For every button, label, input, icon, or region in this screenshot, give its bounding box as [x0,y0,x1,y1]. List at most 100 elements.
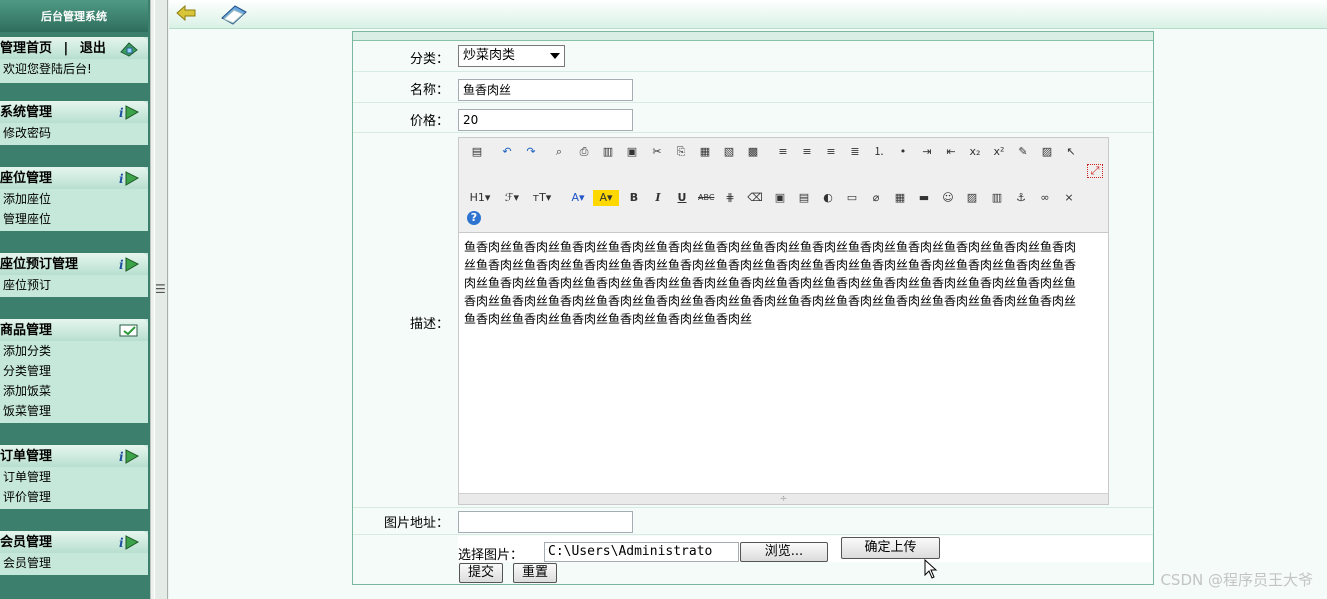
select-all-icon[interactable]: ▨ [1039,144,1055,160]
category-row: 分类： 炒菜肉类 [353,41,1153,72]
menu-item[interactable]: 会员管理 [0,553,148,573]
home-link[interactable]: 管理首页 [0,41,52,56]
splitter-grip-icon[interactable]: ☰ [155,282,166,296]
image-url-row: 图片地址： [353,508,1153,535]
cut-icon[interactable]: ✂ [649,144,665,160]
info-icon: i [119,171,140,186]
help-icon[interactable]: ? [467,211,481,225]
rich-text-editor[interactable]: ▤ ↶ ↷ ⌕ ⎙ ▥ ▣ ✂ ⎘ ▦ ▧ ▩ ≡ ≡ ≡ ≣ ⒈ • ⇥ ⇤ x₂ x² ✎ ▨ ↖ ⤢ H1▾ ℱ▾ ᴛT▾ A▾ A▾… [458,137,1109,505]
page-break-icon[interactable]: ▥ [989,190,1005,206]
menu-header[interactable]: 座位管理 i [0,167,148,189]
print-icon[interactable]: ⎙ [576,144,592,160]
underline-icon[interactable]: U [674,190,690,206]
submit-button[interactable]: 提交 [459,563,503,583]
menu-header[interactable]: 会员管理 i [0,531,148,553]
description-label: 描述： [409,317,449,332]
price-input[interactable] [458,109,633,131]
menu-item[interactable]: 添加饭菜 [0,381,148,401]
category-select[interactable]: 炒菜肉类 [458,45,565,67]
heading-icon[interactable]: H1▾ [467,190,493,206]
dish-form: 分类： 炒菜肉类 名称： 价格： 描述： ▤ ↶ ↷ ⌕ ⎙ ▥ ▣ ✂ ⎘ ▦ ▧ ▩ ≡ ≡ ≡ ≣ ⒈ • ⇥… [352,31,1154,585]
upload-confirm-button[interactable]: 确定上传 [841,537,940,559]
menu-item[interactable]: 订单管理 [0,467,148,487]
editor-content[interactable]: 鱼香肉丝鱼香肉丝鱼香肉丝鱼香肉丝鱼香肉丝鱼香肉丝鱼香肉丝鱼香肉丝鱼香肉丝鱼香肉丝… [464,238,1084,328]
browse-button[interactable]: 浏览... [740,542,828,562]
menu-item[interactable]: 座位预订 [0,275,148,295]
image-url-input[interactable] [458,511,633,533]
file-path-input[interactable]: C:\Users\Administrato [544,542,739,562]
reset-button[interactable]: 重置 [513,563,557,583]
splitter-bar[interactable] [154,0,168,599]
copy-icon[interactable]: ⎘ [673,144,689,160]
code-icon[interactable]: ▣ [624,144,640,160]
table-icon[interactable]: ▦ [892,190,908,206]
superscript-icon[interactable]: x² [991,144,1007,160]
back-arrow-icon[interactable] [175,4,197,22]
cursor-icon[interactable]: ↖ [1063,144,1079,160]
frame-splitter[interactable]: ☰ [150,0,170,599]
outdent-icon[interactable]: ⇤ [943,144,959,160]
link-icon[interactable]: ∞ [1037,190,1053,206]
eraser-icon[interactable]: ⌫ [747,190,763,206]
unordered-list-icon[interactable]: • [895,144,911,160]
source-icon[interactable]: ▤ [469,144,485,160]
multi-image-icon[interactable]: ▤ [796,190,812,206]
menu-title: 座位预订管理 [0,257,79,272]
menu-title: 会员管理 [0,535,53,550]
map-icon[interactable]: ▨ [964,190,980,206]
paste-plain-icon[interactable]: ▧ [721,144,737,160]
logout-link[interactable]: 退出 [80,41,106,56]
menu-header[interactable]: 系统管理 i [0,101,148,123]
undo-icon[interactable]: ↶ [499,144,515,160]
book-icon[interactable] [219,2,249,26]
editor-resize-handle[interactable]: ÷ [459,493,1108,504]
menu-item[interactable]: 饭菜管理 [0,401,148,421]
menu-title: 系统管理 [0,105,53,120]
italic-icon[interactable]: I [650,190,666,206]
attachment-icon[interactable]: ⌀ [868,190,884,206]
horizontal-line-icon[interactable]: ▬ [916,190,932,206]
svg-text:i: i [119,106,124,120]
emoticon-icon[interactable]: ☺ [940,190,956,206]
preview-icon[interactable]: ⌕ [551,144,567,160]
menu-item[interactable]: 修改密码 [0,123,148,143]
template-icon[interactable]: ▥ [600,144,616,160]
font-family-icon[interactable]: ℱ▾ [499,190,525,206]
font-size-icon[interactable]: ᴛT▾ [529,190,555,206]
clear-format-icon[interactable]: ✎ [1015,144,1031,160]
strikethrough-icon[interactable]: ABC [698,190,714,206]
indent-icon[interactable]: ⇥ [919,144,935,160]
menu-item[interactable]: 管理座位 [0,209,148,229]
menu-header[interactable]: 座位预订管理 i [0,253,148,275]
redo-icon[interactable]: ↷ [523,144,539,160]
align-left-icon[interactable]: ≡ [775,144,791,160]
align-center-icon[interactable]: ≡ [799,144,815,160]
fullscreen-icon[interactable]: ⤢ [1087,164,1103,178]
bold-icon[interactable]: B [626,190,642,206]
menu-item[interactable]: 评价管理 [0,487,148,507]
image-insert-icon[interactable]: ▣ [772,190,788,206]
media-icon[interactable]: ▭ [844,190,860,206]
paste-word-icon[interactable]: ▩ [745,144,761,160]
category-select-value: 炒菜肉类 [463,48,516,63]
line-height-icon[interactable]: ⋕ [722,190,738,206]
menu-item[interactable]: 添加座位 [0,189,148,209]
unlink-icon[interactable]: ⨯ [1061,190,1077,206]
align-right-icon[interactable]: ≡ [823,144,839,160]
menu-item[interactable]: 添加分类 [0,341,148,361]
justify-icon[interactable]: ≣ [847,144,863,160]
menu-header[interactable]: 商品管理 [0,319,148,341]
anchor-icon[interactable]: ⚓ [1013,190,1029,206]
svg-text:i: i [119,258,124,272]
font-color-icon[interactable]: A▾ [565,190,591,206]
highlight-icon[interactable]: A▾ [593,190,619,206]
name-input[interactable] [458,79,633,101]
ordered-list-icon[interactable]: ⒈ [871,144,887,160]
subscript-icon[interactable]: x₂ [967,144,983,160]
menu-item[interactable]: 分类管理 [0,361,148,381]
info-icon: i [119,105,140,120]
menu-header[interactable]: 订单管理 i [0,445,148,467]
paste-icon[interactable]: ▦ [697,144,713,160]
flash-icon[interactable]: ◐ [820,190,836,206]
svg-text:i: i [119,536,124,550]
